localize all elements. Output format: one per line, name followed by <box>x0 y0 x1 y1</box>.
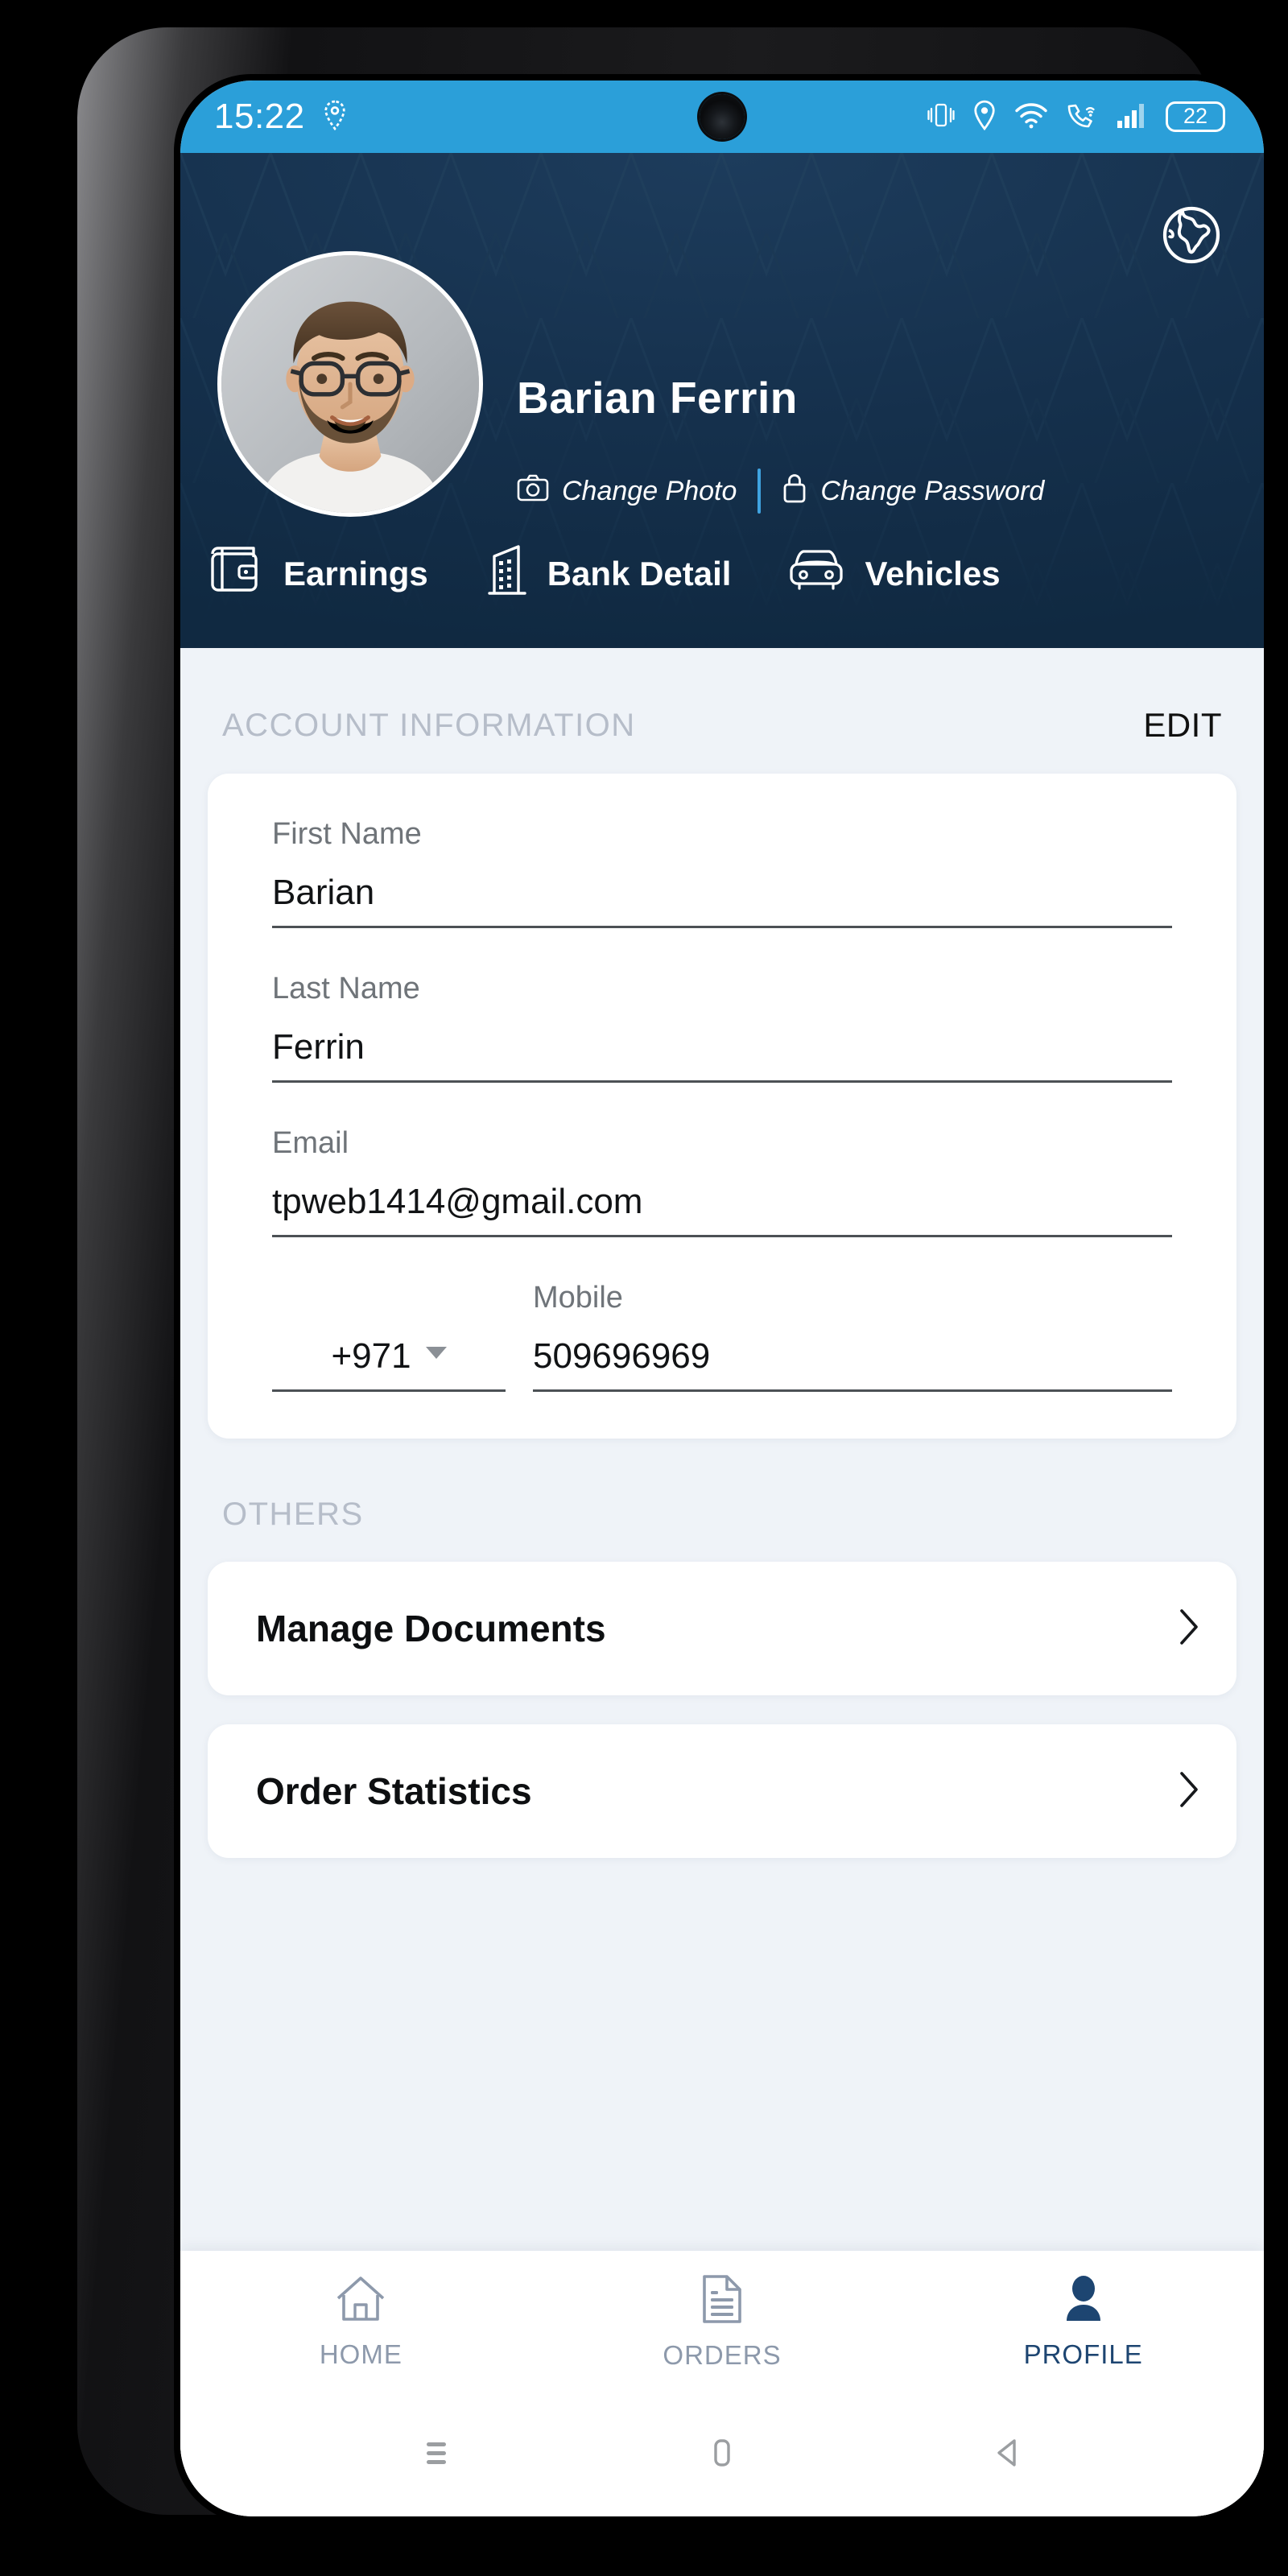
wifi-calling-icon <box>1066 101 1098 134</box>
email-label: Email <box>272 1126 349 1160</box>
header-tab-vehicles[interactable]: Vehicles <box>786 547 1001 601</box>
first-name-label: First Name <box>272 817 422 851</box>
mobile-label-wrap: Mobile <box>272 1281 1172 1315</box>
chevron-right-icon <box>1179 1608 1199 1649</box>
last-name-field: Last Name Ferrin <box>272 972 1172 1083</box>
list-item-manage-documents[interactable]: Manage Documents <box>208 1562 1236 1695</box>
last-name-input[interactable]: Ferrin <box>272 1027 1172 1083</box>
chevron-down-icon <box>425 1346 447 1359</box>
header-tabs: Earnings Bank Detail Vehicles <box>180 543 1264 605</box>
document-icon <box>700 2273 745 2329</box>
change-password-label: Change Password <box>820 475 1045 506</box>
account-section-title: ACCOUNT INFORMATION <box>222 707 636 743</box>
change-password-button[interactable]: Change Password <box>782 472 1044 511</box>
android-system-nav <box>180 2392 1264 2516</box>
email-field: Email tpweb1414@gmail.com <box>272 1126 1172 1237</box>
action-divider <box>758 469 762 514</box>
wallet-icon <box>208 546 266 602</box>
others-section-header: OTHERS <box>180 1439 1264 1533</box>
first-name-input[interactable]: Barian <box>272 873 1172 928</box>
globe-icon[interactable] <box>1158 201 1225 269</box>
back-triangle-icon[interactable] <box>987 2432 1029 2478</box>
header-tab-label: Earnings <box>283 555 428 592</box>
battery-indicator: 22 <box>1166 101 1225 132</box>
account-section-header: ACCOUNT INFORMATION EDIT <box>180 648 1264 745</box>
mobile-row: +971 509696969 <box>272 1336 1172 1392</box>
bottom-navigation-bar: HOME ORDERS PROFILE <box>180 2251 1264 2392</box>
manage-documents-card: Manage Documents <box>208 1562 1236 1695</box>
location-pin-icon <box>972 100 997 134</box>
last-name-label: Last Name <box>272 972 420 1005</box>
mobile-number-input[interactable]: 509696969 <box>533 1336 1172 1392</box>
bank-building-icon <box>483 543 530 605</box>
phone-screen: 15:22 22 Barian Ferrin Change Photo Chan… <box>180 80 1264 2516</box>
recents-icon[interactable] <box>415 2432 457 2478</box>
wifi-icon <box>1014 101 1048 133</box>
mobile-label: Mobile <box>533 1281 623 1315</box>
avatar[interactable] <box>217 251 483 517</box>
lock-icon <box>782 472 807 511</box>
mobile-field: Mobile +971 509696969 <box>272 1281 1172 1392</box>
vibrate-icon <box>927 101 955 134</box>
signal-bars-icon <box>1116 101 1148 133</box>
status-bar-right: 22 <box>927 100 1225 134</box>
phone-frame: 15:22 22 Barian Ferrin Change Photo Chan… <box>77 27 1270 2523</box>
order-statistics-card: Order Statistics <box>208 1724 1236 1858</box>
home-square-icon[interactable] <box>701 2432 743 2478</box>
change-photo-label: Change Photo <box>562 475 737 506</box>
header-tab-earnings[interactable]: Earnings <box>208 546 428 602</box>
profile-actions: Change Photo Change Password <box>517 469 1044 514</box>
nav-item-label: ORDERS <box>663 2339 782 2370</box>
car-icon <box>786 547 847 601</box>
profile-name: Barian Ferrin <box>517 373 798 423</box>
status-bar: 15:22 22 <box>180 80 1264 153</box>
nav-item-label: HOME <box>319 2339 402 2369</box>
country-code-value: +971 <box>331 1336 411 1376</box>
profile-header: Barian Ferrin Change Photo Change Passwo… <box>180 153 1264 648</box>
account-information-card: First Name Barian Last Name Ferrin Email… <box>208 774 1236 1439</box>
first-name-field: First Name Barian <box>272 817 1172 928</box>
edit-button[interactable]: EDIT <box>1143 706 1222 745</box>
nav-item-orders[interactable]: ORDERS <box>542 2273 903 2371</box>
person-icon <box>1060 2274 1107 2328</box>
status-bar-left: 15:22 <box>214 99 347 134</box>
nav-item-label: PROFILE <box>1023 2339 1143 2369</box>
change-photo-button[interactable]: Change Photo <box>517 474 737 509</box>
header-tab-label: Vehicles <box>865 555 1001 592</box>
profile-content[interactable]: ACCOUNT INFORMATION EDIT First Name Bari… <box>180 648 1264 2516</box>
home-icon <box>334 2274 387 2328</box>
country-code-select[interactable]: +971 <box>272 1336 506 1392</box>
status-time: 15:22 <box>214 97 305 136</box>
header-tab-label: Bank Detail <box>547 555 732 592</box>
others-section-title: OTHERS <box>222 1496 364 1532</box>
location-pin-icon <box>323 100 347 134</box>
header-tab-bank-detail[interactable]: Bank Detail <box>483 543 732 605</box>
list-item-label: Order Statistics <box>256 1770 532 1812</box>
camera-icon <box>517 474 549 509</box>
list-item-order-statistics[interactable]: Order Statistics <box>208 1724 1236 1858</box>
nav-item-profile[interactable]: PROFILE <box>902 2274 1264 2370</box>
front-camera-punch-hole <box>700 94 745 139</box>
chevron-right-icon <box>1179 1771 1199 1812</box>
nav-item-home[interactable]: HOME <box>180 2274 542 2370</box>
email-input[interactable]: tpweb1414@gmail.com <box>272 1182 1172 1237</box>
list-item-label: Manage Documents <box>256 1608 606 1649</box>
